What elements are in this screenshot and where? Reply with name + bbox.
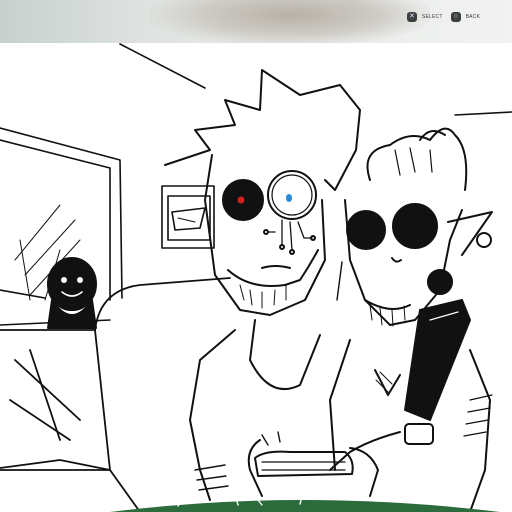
select-hint[interactable]: ✕ SELECT bbox=[406, 12, 443, 22]
button-hints: ✕ SELECT ○ BACK bbox=[406, 12, 480, 22]
cross-button-icon: ✕ bbox=[406, 12, 417, 22]
right-character bbox=[329, 127, 493, 512]
shadow-figure bbox=[47, 257, 97, 329]
artwork-viewer bbox=[0, 43, 512, 512]
circle-button-icon: ○ bbox=[450, 12, 461, 22]
back-label: BACK bbox=[465, 14, 480, 20]
game-controller bbox=[247, 431, 379, 497]
green-accent-shape bbox=[110, 500, 500, 512]
select-label: SELECT bbox=[421, 14, 443, 20]
couch bbox=[0, 277, 231, 512]
top-bar: ✕ SELECT ○ BACK bbox=[0, 0, 512, 43]
back-hint[interactable]: ○ BACK bbox=[450, 12, 480, 22]
background-video-thumbnail bbox=[150, 0, 430, 43]
sketch-illustration bbox=[0, 43, 512, 512]
